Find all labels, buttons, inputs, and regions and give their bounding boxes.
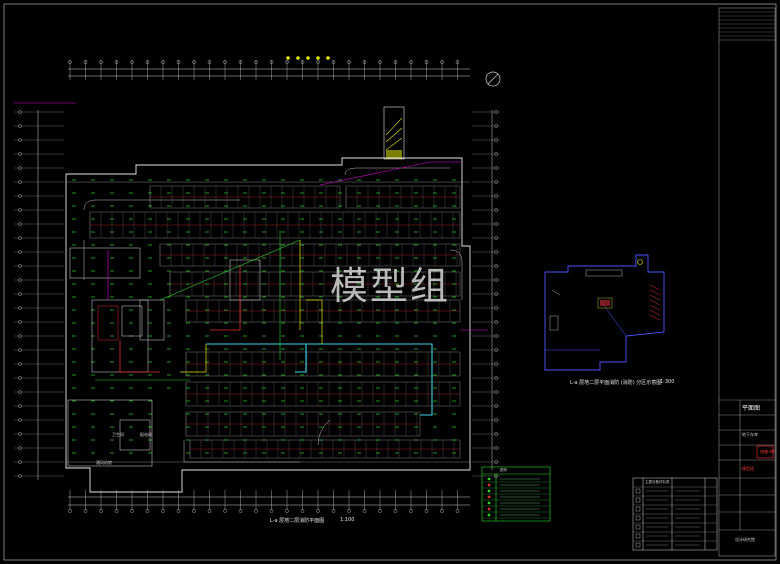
title-block-rows (719, 11, 775, 37)
table-symbol-icon (635, 533, 641, 539)
keyplan-caption: L-a 层地二层平面消防 (消防) 分区示意图 (570, 380, 662, 386)
table-symbol-icon (635, 542, 641, 548)
keyplan-detail (549, 269, 623, 331)
equipment-table-rows (633, 486, 717, 548)
table-symbol-icon (635, 524, 641, 530)
zone-label-2: 配电间 (140, 432, 152, 437)
legend-symbol-icon (487, 477, 491, 481)
zone-label-1: 卫生间 (112, 432, 124, 437)
table-symbol-icon (635, 515, 641, 521)
left-grid-ticks (14, 110, 64, 478)
legend-symbol-icon (487, 501, 491, 505)
legend-symbol-icon (487, 495, 491, 499)
grid-marker-yellow (296, 56, 300, 60)
bottom-grid-ticks (68, 490, 460, 513)
table-title: 主要设备材料表 (645, 480, 670, 484)
title-project: 地下车库 (742, 432, 758, 437)
keyplan-marker (637, 259, 643, 265)
legend-title: 图例 (500, 468, 507, 472)
legend-rows (482, 477, 550, 519)
title-stamp: 模型组 (742, 466, 754, 471)
legend-symbol-icon (487, 513, 491, 517)
table-symbol-icon (635, 488, 641, 494)
top-grid-ticks (68, 56, 460, 80)
table-symbol-icon (635, 506, 641, 512)
legend-symbol-icon (487, 483, 491, 487)
main-plan-scale: 1:100 (340, 517, 355, 523)
core-rooms (67, 247, 261, 467)
stair-tower (383, 106, 405, 160)
main-plan-caption: L-a 层地二层消防平面图 (270, 518, 325, 524)
table-symbol-icon (635, 497, 641, 503)
title-block-frame (718, 7, 776, 557)
alarm-route-green (95, 230, 301, 381)
keyplan-stair-hatch (649, 284, 661, 321)
grid-marker-yellow (326, 56, 330, 60)
alarm-route-cyan (206, 343, 433, 416)
alarm-route-red (119, 265, 241, 373)
top-dimension-line (68, 68, 470, 77)
title-company: 设计研究院 (735, 537, 755, 542)
right-grid-ticks (472, 110, 500, 478)
keyplan-scale: 1:300 (660, 379, 675, 385)
north-arrow-icon (485, 71, 501, 87)
grid-marker-yellow (286, 56, 290, 60)
parking-bays (89, 185, 461, 459)
grid-marker-yellow (316, 56, 320, 60)
bottom-dimension-line (68, 496, 470, 506)
title-drawing-name: 平面图 (742, 405, 761, 412)
legend-symbol-icon (487, 489, 491, 493)
grid-marker-yellow (306, 56, 310, 60)
title-drawing-no: 电施-09 (760, 449, 775, 454)
keyplan-outline (544, 254, 665, 371)
watermark-text: 模型组 (330, 264, 451, 308)
legend-symbol-icon (487, 507, 491, 511)
zone-label-3: 通风机房 (96, 460, 112, 465)
